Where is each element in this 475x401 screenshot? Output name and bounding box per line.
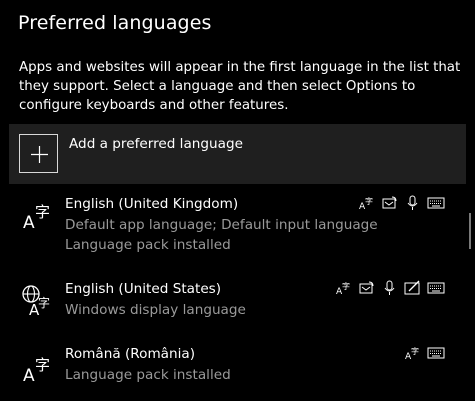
display-language-icon: A 字 <box>358 195 376 211</box>
svg-text:字: 字 <box>38 295 50 310</box>
windows-display-language-icon: A 字 <box>20 283 54 319</box>
keyboard-icon <box>427 195 445 211</box>
speech-recognition-icon <box>381 280 399 296</box>
scrollbar-thumb[interactable] <box>469 213 471 249</box>
description-text: Apps and websites will appear in the fir… <box>19 60 461 113</box>
language-name: English (United Kingdom) <box>65 196 239 212</box>
handwriting-icon <box>404 280 422 296</box>
language-detail: Windows display language <box>65 302 246 318</box>
language-icon: A 字 <box>20 348 54 386</box>
add-language-label: Add a preferred language <box>69 136 243 152</box>
svg-text:A: A <box>23 213 35 232</box>
text-to-speech-icon <box>358 280 376 296</box>
language-item-english-us[interactable]: A 字 English (United States) Windows disp… <box>9 279 466 343</box>
speech-recognition-icon <box>404 195 422 211</box>
svg-text:字: 字 <box>35 203 50 221</box>
language-detail: Default app language; Default input lang… <box>65 217 378 233</box>
language-item-english-uk[interactable]: A 字 English (United Kingdom) Default app… <box>9 194 466 258</box>
keyboard-icon <box>427 345 445 361</box>
language-detail: Language pack installed <box>65 237 231 253</box>
keyboard-icon <box>427 280 445 296</box>
display-language-icon: A 字 <box>404 345 422 361</box>
page-title: Preferred languages <box>18 12 212 34</box>
svg-text:A: A <box>23 366 35 382</box>
language-icon: A 字 <box>20 198 54 233</box>
language-name: Română (România) <box>65 346 196 362</box>
language-detail: Language pack installed <box>65 367 231 383</box>
svg-text:字: 字 <box>365 196 373 206</box>
display-language-icon: A 字 <box>335 280 353 296</box>
text-to-speech-icon <box>381 195 399 211</box>
language-name: English (United States) <box>65 281 222 297</box>
svg-text:字: 字 <box>411 346 419 356</box>
add-language-button[interactable]: Add a preferred language <box>9 124 466 184</box>
preferred-languages-panel: Preferred languages Apps and websites wi… <box>0 0 475 401</box>
language-item-romanian[interactable]: A 字 Română (România) Language pack insta… <box>9 344 466 401</box>
plus-icon <box>19 134 58 173</box>
svg-text:字: 字 <box>342 281 350 291</box>
svg-text:字: 字 <box>35 356 50 374</box>
